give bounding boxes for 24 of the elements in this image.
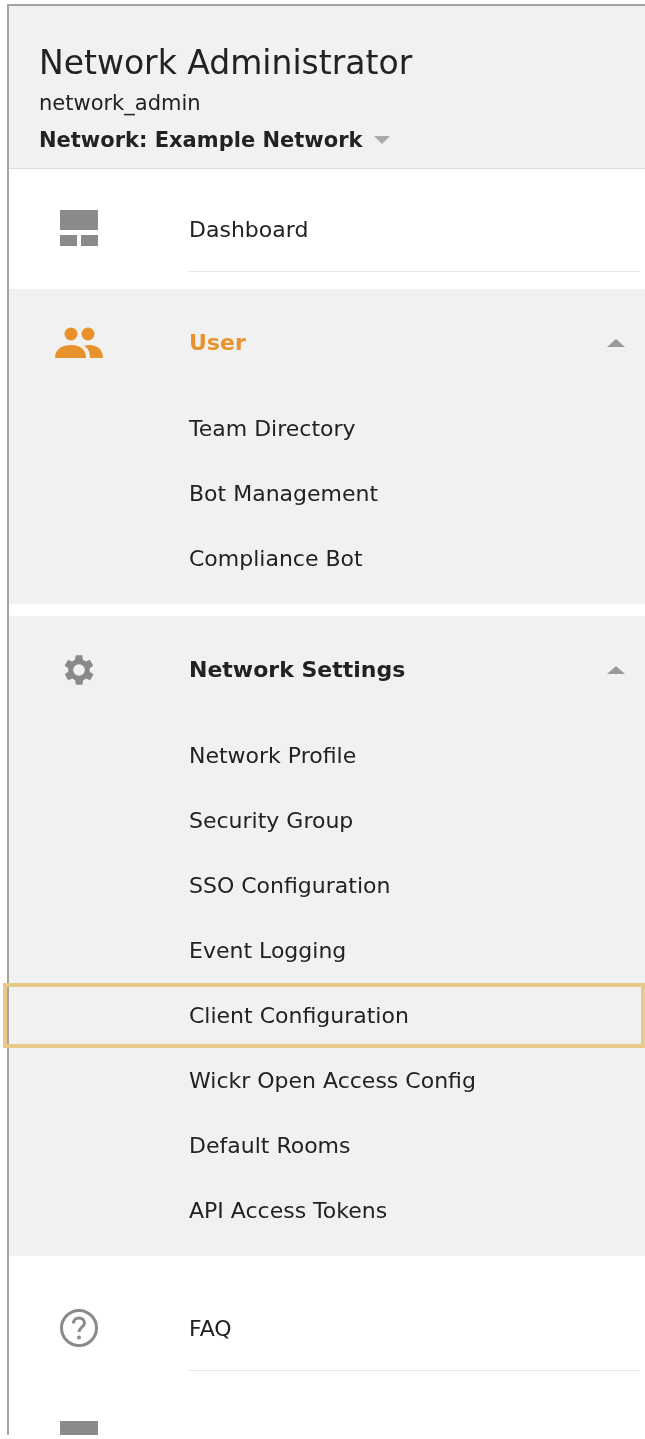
account-title: Network Administrator: [39, 42, 414, 84]
nav-subitem[interactable]: Client Configuration: [3, 983, 645, 1048]
collapse-caret-icon[interactable]: [607, 338, 625, 347]
people-icon: [55, 326, 103, 359]
collapse-caret-icon[interactable]: [607, 665, 625, 674]
nav-subitem[interactable]: Default Rooms: [9, 1113, 645, 1178]
nav-subitem[interactable]: Security Group: [9, 788, 645, 853]
dashboard-icon: [60, 210, 98, 248]
nav-subitem[interactable]: SSO Configuration: [9, 853, 645, 918]
dropdown-caret-icon: [374, 136, 391, 144]
help-icon: [59, 1308, 99, 1348]
nav-subitem[interactable]: Bot Management: [9, 461, 645, 526]
nav-subitem[interactable]: API Access Tokens: [9, 1178, 645, 1243]
nav-subitem[interactable]: Event Logging: [9, 918, 645, 983]
nav-group-header[interactable]: Network Settings: [189, 657, 607, 682]
nav-item[interactable]: FAQ: [189, 1315, 232, 1341]
username: network_admin: [39, 90, 202, 118]
nav-subitem[interactable]: Team Directory: [9, 396, 645, 461]
nav-subitem[interactable]: Wickr Open Access Config: [9, 1048, 645, 1113]
nav-subitem[interactable]: Compliance Bot: [9, 526, 645, 591]
nav-subitem[interactable]: Network Profile: [9, 723, 645, 788]
nav-item[interactable]: Dashboard: [189, 216, 309, 242]
network-selector[interactable]: Network: Example Network: [39, 120, 363, 160]
square-icon: [60, 1421, 98, 1435]
